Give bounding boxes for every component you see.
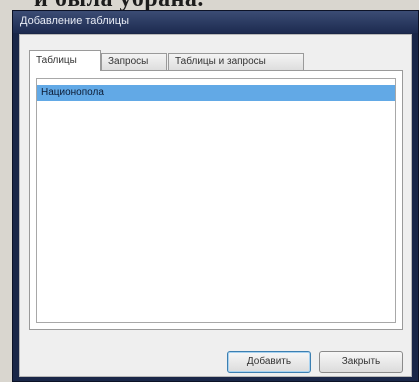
tab-panel-tables: Национопола [29,70,403,330]
list-item[interactable]: Национопола [37,85,395,101]
tab-tables[interactable]: Таблицы [29,50,101,71]
dialog-title: Добавление таблицы [20,15,129,27]
dialog-client-area: Таблицы Запросы Таблицы и запросы Национ… [19,34,412,377]
close-button[interactable]: Закрыть [319,351,403,373]
add-button[interactable]: Добавить [227,351,311,373]
add-table-dialog: Добавление таблицы Таблицы Запросы Табли… [12,10,419,382]
dialog-title-bar[interactable]: Добавление таблицы [13,11,418,33]
tab-strip: Таблицы Запросы Таблицы и запросы [29,50,389,71]
tab-queries[interactable]: Запросы [101,53,167,70]
page: и была убрана. Добавление таблицы Таблиц… [0,0,419,382]
tab-tables-and-queries[interactable]: Таблицы и запросы [168,53,304,70]
tables-listbox[interactable]: Национопола [36,78,396,323]
